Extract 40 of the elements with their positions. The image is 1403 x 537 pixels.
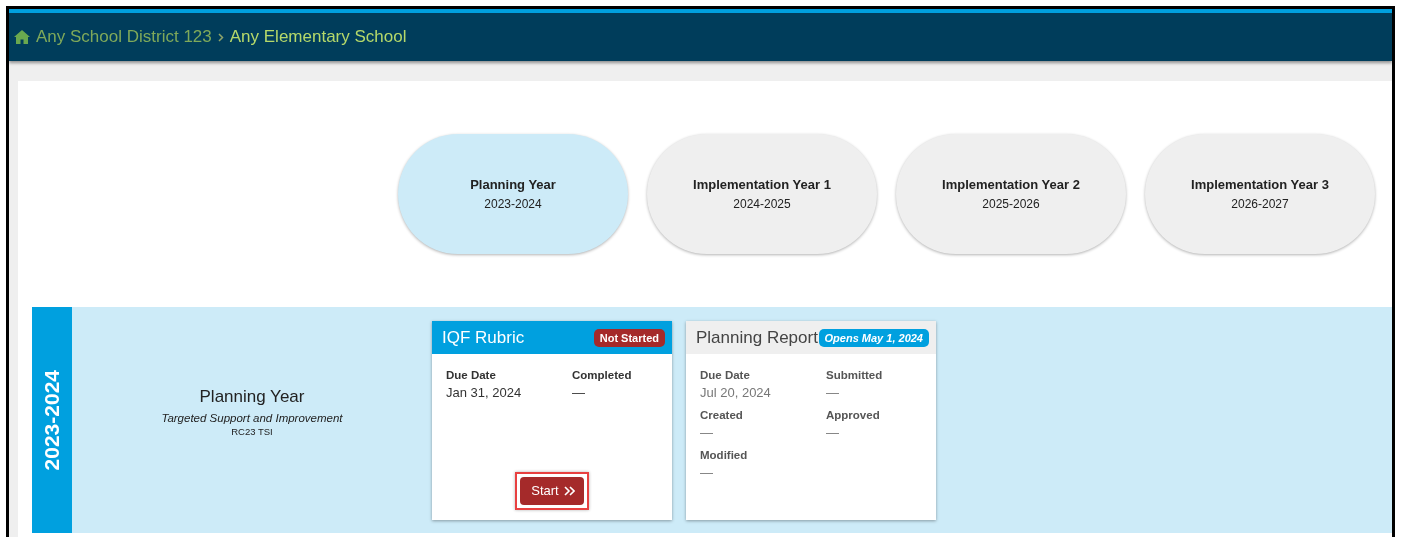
plan-code: RC23 TSI: [231, 426, 273, 437]
field-value: —: [700, 465, 714, 480]
field-label: Due Date: [700, 369, 751, 381]
field-label: Approved: [826, 409, 881, 421]
status-badge: Not Started: [593, 328, 665, 347]
chevron-icon: [217, 32, 224, 42]
phase-title: Implementation Year 3: [1191, 177, 1329, 192]
phase-title: Planning Year: [470, 177, 556, 192]
home-icon[interactable]: [14, 30, 30, 44]
breadcrumb-current[interactable]: Any Elementary School: [229, 27, 407, 47]
field-value: —: [826, 425, 840, 440]
field-value: —: [700, 425, 714, 440]
phase-years: 2023-2024: [484, 197, 542, 211]
field-label: Completed: [572, 369, 633, 381]
year-label: 2023-2024: [40, 369, 64, 471]
field-label: Created: [700, 409, 744, 421]
breadcrumb-link[interactable]: Any School District 123: [36, 27, 212, 47]
field-value: Jan 31, 2024: [446, 385, 523, 400]
field-value: —: [572, 385, 586, 400]
field-value: Jul 20, 2024: [700, 385, 772, 400]
phase-years: 2024-2025: [733, 197, 791, 211]
phase-tab[interactable]: Implementation Year 2 2025-2026: [896, 134, 1126, 254]
plan-subtitle: Targeted Support and Improvement: [161, 412, 343, 424]
phase-tab[interactable]: Implementation Year 3 2026-2027: [1145, 134, 1375, 254]
card-title: IQF Rubric: [442, 327, 525, 348]
field-label: Submitted: [826, 369, 884, 381]
field-label: Modified: [700, 449, 749, 461]
phase-years: 2026-2027: [1231, 197, 1289, 211]
field-value: —: [826, 385, 840, 400]
field-label: Due Date: [446, 369, 497, 381]
phase-tab-selected[interactable]: Planning Year 2023-2024: [398, 134, 628, 254]
phase-title: Implementation Year 1: [693, 177, 831, 192]
double-chevron-icon: [563, 485, 575, 496]
phase-title: Implementation Year 2: [942, 177, 1080, 192]
phase-years: 2025-2026: [982, 197, 1040, 211]
phase-tab[interactable]: Implementation Year 1 2024-2025: [647, 134, 877, 254]
start-button[interactable]: Start: [520, 477, 584, 505]
plan-title: Planning Year: [199, 387, 305, 407]
opening-date-badge: Opens May 1, 2024: [818, 328, 929, 347]
card-title: Planning Report: [696, 327, 818, 348]
